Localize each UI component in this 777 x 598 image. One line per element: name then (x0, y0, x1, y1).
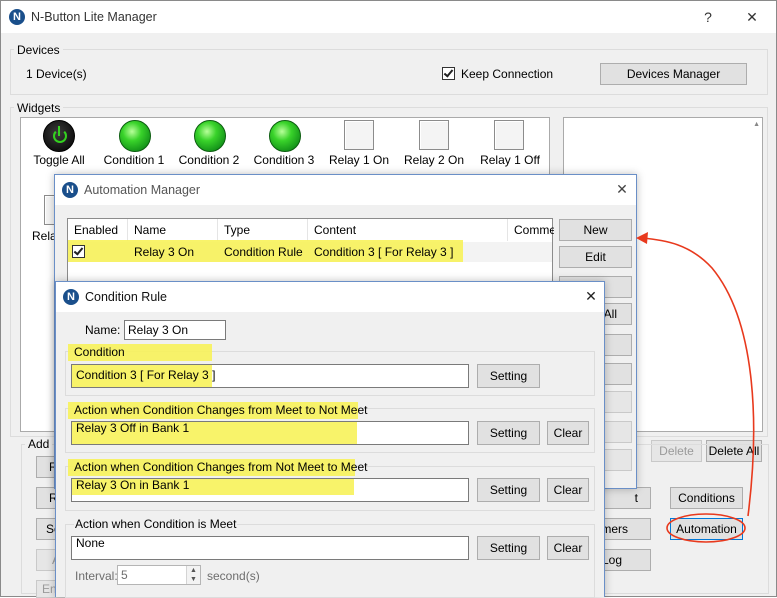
annotation-arrowhead (636, 232, 648, 244)
annotation-ellipse (666, 513, 746, 543)
annotation-overlay (636, 232, 755, 543)
annotation-arrow-line (641, 237, 755, 517)
